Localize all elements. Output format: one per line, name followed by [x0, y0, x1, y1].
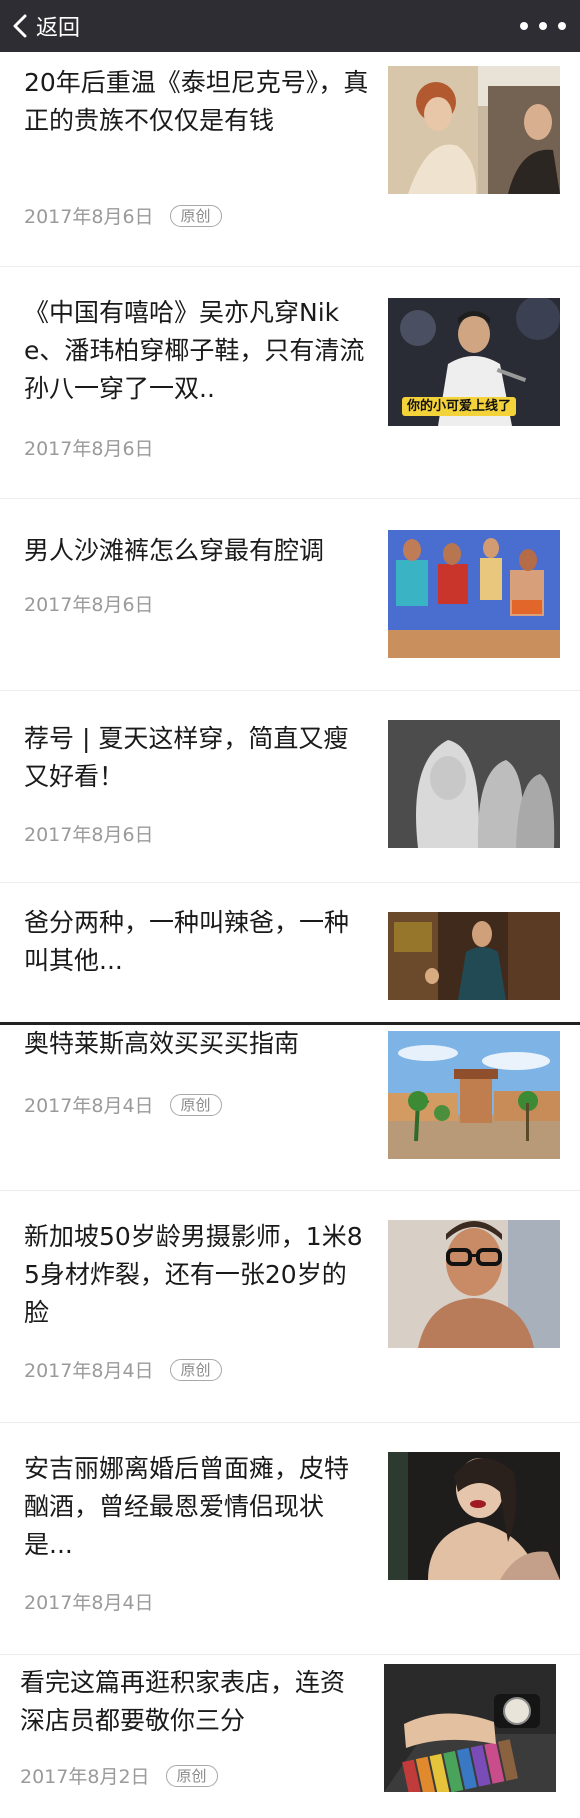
more-options-icon[interactable]: [520, 14, 566, 38]
article-date: 2017年8月4日: [24, 1360, 154, 1382]
article-title: 20年后重温《泰坦尼克号》，真正的贵族不仅仅是有钱: [24, 68, 369, 135]
article-thumbnail: [384, 1664, 556, 1792]
article-thumbnail: [388, 1220, 560, 1348]
article-item[interactable]: 爸分两种，一种叫辣爸，一种叫其他...: [0, 882, 580, 1022]
article-title: 《中国有嘻哈》吴亦凡穿Nike、潘玮柏穿椰子鞋，只有清流孙八一穿了一双..: [24, 298, 365, 403]
article-thumbnail: [388, 1452, 560, 1580]
article-title: 荐号 | 夏天这样穿，简直又瘦又好看！: [24, 724, 349, 791]
article-date: 2017年8月6日: [24, 594, 154, 616]
back-button[interactable]: 返回: [12, 0, 80, 52]
article-thumbnail: [388, 530, 560, 658]
article-title: 看完这篇再逛积家表店，连资深店员都要敬你三分: [20, 1668, 346, 1735]
article-item[interactable]: 看完这篇再逛积家表店，连资深店员都要敬你三分 2017年8月2日 原创: [0, 1654, 580, 1818]
article-date: 2017年8月6日: [24, 824, 154, 846]
article-date: 2017年8月2日: [20, 1766, 150, 1788]
original-badge: 原创: [169, 1358, 222, 1381]
article-title: 爸分两种，一种叫辣爸，一种叫其他...: [24, 908, 350, 975]
back-label: 返回: [36, 16, 81, 41]
original-badge: 原创: [165, 1764, 218, 1787]
article-item[interactable]: 男人沙滩裤怎么穿最有腔调 2017年8月6日: [0, 498, 580, 691]
article-date: 2017年8月6日: [24, 438, 154, 460]
article-item[interactable]: 《中国有嘻哈》吴亦凡穿Nike、潘玮柏穿椰子鞋，只有清流孙八一穿了一双.. 20…: [0, 266, 580, 499]
article-thumbnail: [388, 1031, 560, 1159]
article-item[interactable]: 20年后重温《泰坦尼克号》，真正的贵族不仅仅是有钱 2017年8月6日 原创: [0, 52, 580, 267]
article-title: 奥特莱斯高效买买买指南: [24, 1029, 300, 1058]
article-thumbnail: [388, 720, 560, 848]
article-item[interactable]: 安吉丽娜离婚后曾面瘫，皮特酗酒，曾经最恩爱情侣现状是... 2017年8月4日: [0, 1422, 580, 1655]
original-badge: 原创: [169, 1093, 222, 1116]
article-date: 2017年8月4日: [24, 1095, 154, 1117]
top-navigation-bar: 返回: [0, 0, 580, 52]
article-item[interactable]: 荐号 | 夏天这样穿，简直又瘦又好看！ 2017年8月6日: [0, 690, 580, 883]
page-divider: [0, 1022, 580, 1025]
article-thumbnail: 你的小可爱上线了: [388, 298, 560, 426]
article-date: 2017年8月4日: [24, 1592, 154, 1614]
article-title: 男人沙滩裤怎么穿最有腔调: [24, 536, 325, 565]
article-title: 安吉丽娜离婚后曾面瘫，皮特酗酒，曾经最恩爱情侣现状是...: [24, 1454, 350, 1559]
original-badge: 原创: [169, 204, 222, 227]
article-date: 2017年8月6日: [24, 206, 154, 228]
article-item[interactable]: 新加坡50岁龄男摄影师，1米85身材炸裂，还有一张20岁的脸 2017年8月4日…: [0, 1190, 580, 1423]
article-thumbnail: [388, 66, 560, 194]
thumbnail-caption: 你的小可爱上线了: [402, 397, 517, 416]
article-title: 新加坡50岁龄男摄影师，1米85身材炸裂，还有一张20岁的脸: [24, 1222, 363, 1327]
chevron-left-icon: [13, 14, 27, 38]
article-thumbnail: [388, 912, 560, 1000]
article-item[interactable]: 奥特莱斯高效买买买指南 2017年8月4日 原创: [0, 1025, 580, 1191]
